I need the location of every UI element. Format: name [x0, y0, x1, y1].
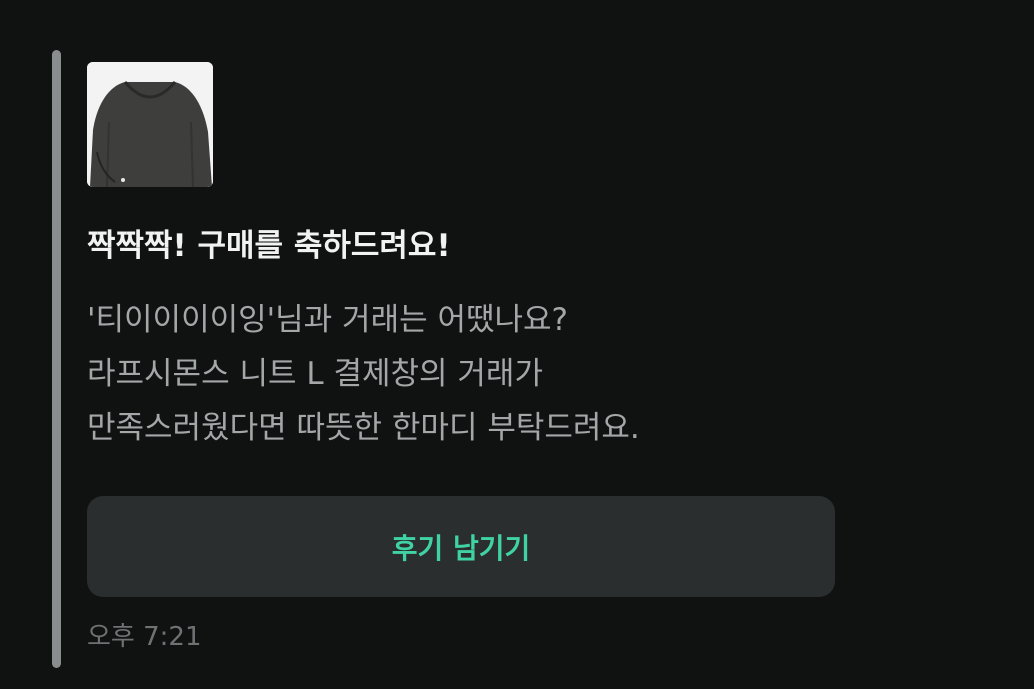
- message-title: 짝짝짝! 구매를 축하드려요!: [87, 228, 451, 264]
- sweater-photo-icon: [87, 62, 213, 187]
- message-body-line: 라프시몬스 니트 L 결제창의 거래가: [87, 356, 543, 392]
- message-body-line: '티이이이이잉'님과 거래는 어땠나요?: [87, 302, 569, 338]
- message-accent-bar: [52, 50, 61, 668]
- message-timestamp: 오후 7:21: [87, 622, 202, 652]
- transaction-review-message: 짝짝짝! 구매를 축하드려요! '티이이이이잉'님과 거래는 어땠나요? 라프시…: [0, 0, 1034, 689]
- leave-review-button[interactable]: 후기 남기기: [87, 496, 835, 597]
- message-body-line: 만족스러웠다면 따뜻한 한마디 부탁드려요.: [87, 410, 640, 446]
- product-thumbnail[interactable]: [87, 62, 213, 187]
- message-body: '티이이이이잉'님과 거래는 어땠나요? 라프시몬스 니트 L 결제창의 거래가…: [87, 293, 847, 455]
